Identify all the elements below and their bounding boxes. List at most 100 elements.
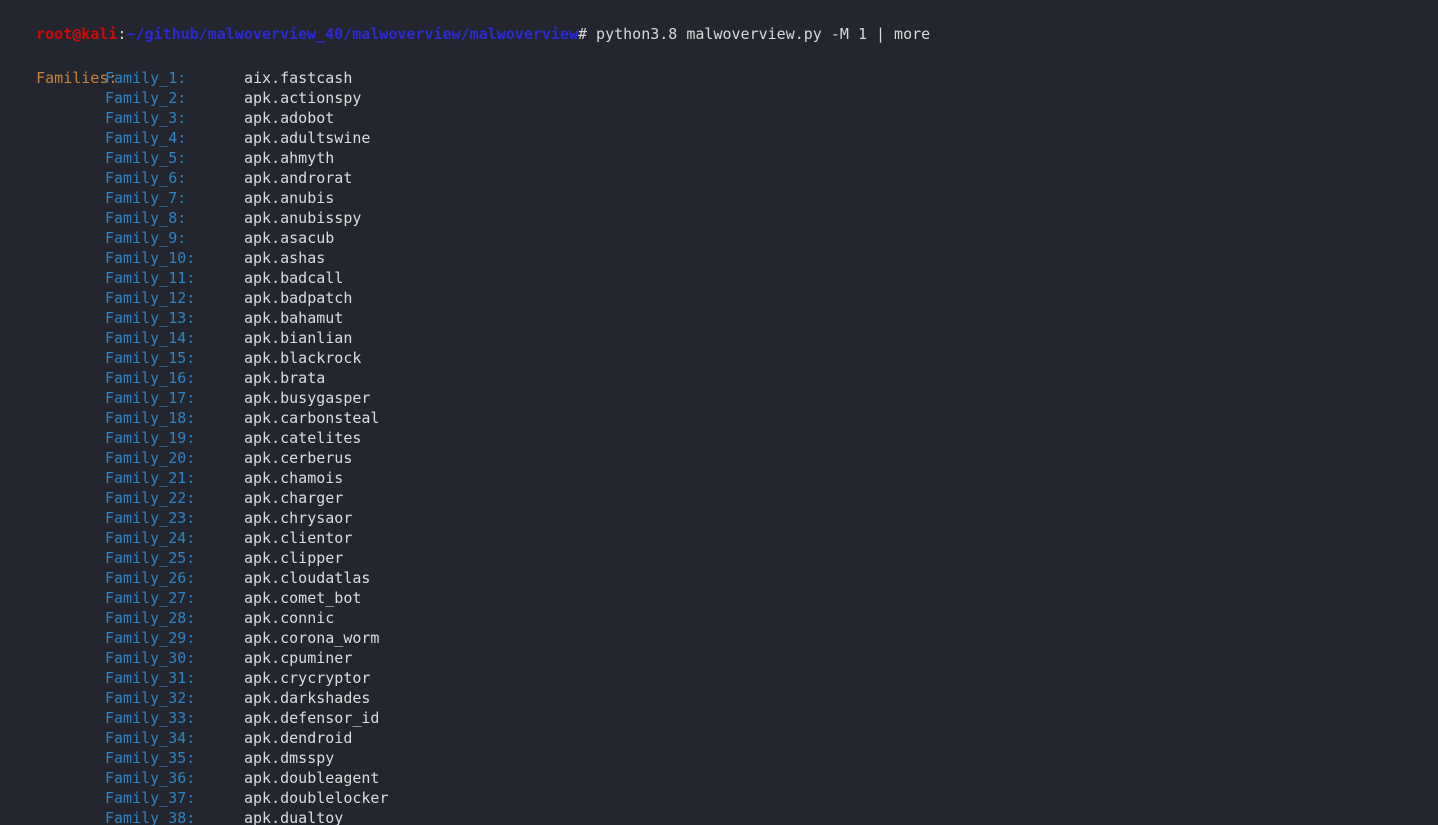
family-key: Family_4: [105, 129, 187, 147]
prompt-user-host: root@kali [36, 25, 118, 43]
family-row: Family_36: apk.doubleagent [0, 768, 1438, 788]
family-key: Family_30: [105, 649, 196, 667]
family-key: Family_33: [105, 709, 196, 727]
family-key: Family_6: [105, 169, 187, 187]
row-indent [0, 648, 105, 668]
family-row: Family_30: apk.cpuminer [0, 648, 1438, 668]
family-value: apk.corona_worm [244, 629, 380, 647]
family-row: Family_17: apk.busygasper [0, 388, 1438, 408]
family-value: apk.badpatch [244, 289, 353, 307]
family-row: Family_34: apk.dendroid [0, 728, 1438, 748]
family-row: Family_12: apk.badpatch [0, 288, 1438, 308]
family-key: Family_22: [105, 489, 196, 507]
family-key: Family_21: [105, 469, 196, 487]
family-value: apk.comet_bot [244, 589, 362, 607]
family-row: Family_22: apk.charger [0, 488, 1438, 508]
family-row: Family_5: apk.ahmyth [0, 148, 1438, 168]
family-value: apk.bahamut [244, 309, 344, 327]
row-indent [0, 428, 105, 448]
family-value: apk.cloudatlas [244, 569, 371, 587]
family-key: Family_27: [105, 589, 196, 607]
family-value: apk.crycryptor [244, 669, 371, 687]
family-row: Family_37: apk.doublelocker [0, 788, 1438, 808]
family-key: Family_2: [105, 89, 187, 107]
family-value: apk.clientor [244, 529, 353, 547]
family-row: Family_15: apk.blackrock [0, 348, 1438, 368]
row-indent [0, 168, 105, 188]
family-value: apk.bianlian [244, 329, 353, 347]
row-indent [0, 808, 105, 825]
family-value: apk.cpuminer [244, 649, 353, 667]
row-indent [0, 528, 105, 548]
family-value: apk.anubisspy [244, 209, 362, 227]
row-indent [0, 548, 105, 568]
terminal-screen[interactable]: root@kali:~/github/malwoverview_40/malwo… [0, 0, 1438, 825]
family-key: Family_1: [105, 69, 187, 87]
row-indent [0, 248, 105, 268]
family-key: Family_11: [105, 269, 196, 287]
family-key: Family_13: [105, 309, 196, 327]
row-indent [0, 488, 105, 508]
family-key: Family_9: [105, 229, 187, 247]
family-value: apk.dualtoy [244, 809, 344, 825]
family-value: apk.carbonsteal [244, 409, 380, 427]
family-key: Family_37: [105, 789, 196, 807]
row-indent [0, 288, 105, 308]
family-key: Family_18: [105, 409, 196, 427]
family-value: apk.adultswine [244, 129, 371, 147]
row-indent [0, 348, 105, 368]
family-value: apk.defensor_id [244, 709, 380, 727]
family-row: Family_4: apk.adultswine [0, 128, 1438, 148]
row-indent [0, 328, 105, 348]
family-row: Family_14: apk.bianlian [0, 328, 1438, 348]
family-value: apk.dendroid [244, 729, 353, 747]
family-key: Family_26: [105, 569, 196, 587]
row-indent [0, 448, 105, 468]
family-value: apk.connic [244, 609, 335, 627]
family-key: Family_32: [105, 689, 196, 707]
family-key: Family_34: [105, 729, 196, 747]
family-row: Family_16: apk.brata [0, 368, 1438, 388]
family-row: Family_27: apk.comet_bot [0, 588, 1438, 608]
row-indent [0, 148, 105, 168]
family-row: Family_33: apk.defensor_id [0, 708, 1438, 728]
family-row: Family_11: apk.badcall [0, 268, 1438, 288]
family-row: Family_9: apk.asacub [0, 228, 1438, 248]
family-value: apk.busygasper [244, 389, 371, 407]
family-row: Family_18: apk.carbonsteal [0, 408, 1438, 428]
family-key: Family_17: [105, 389, 196, 407]
family-key: Family_23: [105, 509, 196, 527]
family-value: aix.fastcash [244, 69, 353, 87]
prompt-command: python3.8 malwoverview.py -M 1 | more [587, 25, 931, 43]
family-row: Family_29: apk.corona_worm [0, 628, 1438, 648]
family-value: apk.androrat [244, 169, 353, 187]
family-value: apk.chrysaor [244, 509, 353, 527]
prompt-path: ~/github/malwoverview_40/malwoverview/ma… [126, 25, 578, 43]
family-key: Family_19: [105, 429, 196, 447]
family-value: apk.darkshades [244, 689, 371, 707]
family-key: Family_10: [105, 249, 196, 267]
family-key: Family_28: [105, 609, 196, 627]
row-indent [0, 68, 105, 88]
row-indent [0, 188, 105, 208]
family-row: Family_38: apk.dualtoy [0, 808, 1438, 825]
family-row: Family_8: apk.anubisspy [0, 208, 1438, 228]
family-value: apk.anubis [244, 189, 335, 207]
family-row: Family_10: apk.ashas [0, 248, 1438, 268]
row-indent [0, 568, 105, 588]
row-indent [0, 768, 105, 788]
family-key: Family_36: [105, 769, 196, 787]
family-row: Family_13: apk.bahamut [0, 308, 1438, 328]
family-row: Family_2: apk.actionspy [0, 88, 1438, 108]
row-indent [0, 788, 105, 808]
row-indent [0, 88, 105, 108]
family-key: Family_20: [105, 449, 196, 467]
row-indent [0, 588, 105, 608]
family-row: Family_26: apk.cloudatlas [0, 568, 1438, 588]
family-key: Family_29: [105, 629, 196, 647]
row-indent [0, 388, 105, 408]
family-value: apk.cerberus [244, 449, 353, 467]
family-key: Family_7: [105, 189, 187, 207]
family-row: Family_25: apk.clipper [0, 548, 1438, 568]
family-key: Family_3: [105, 109, 187, 127]
